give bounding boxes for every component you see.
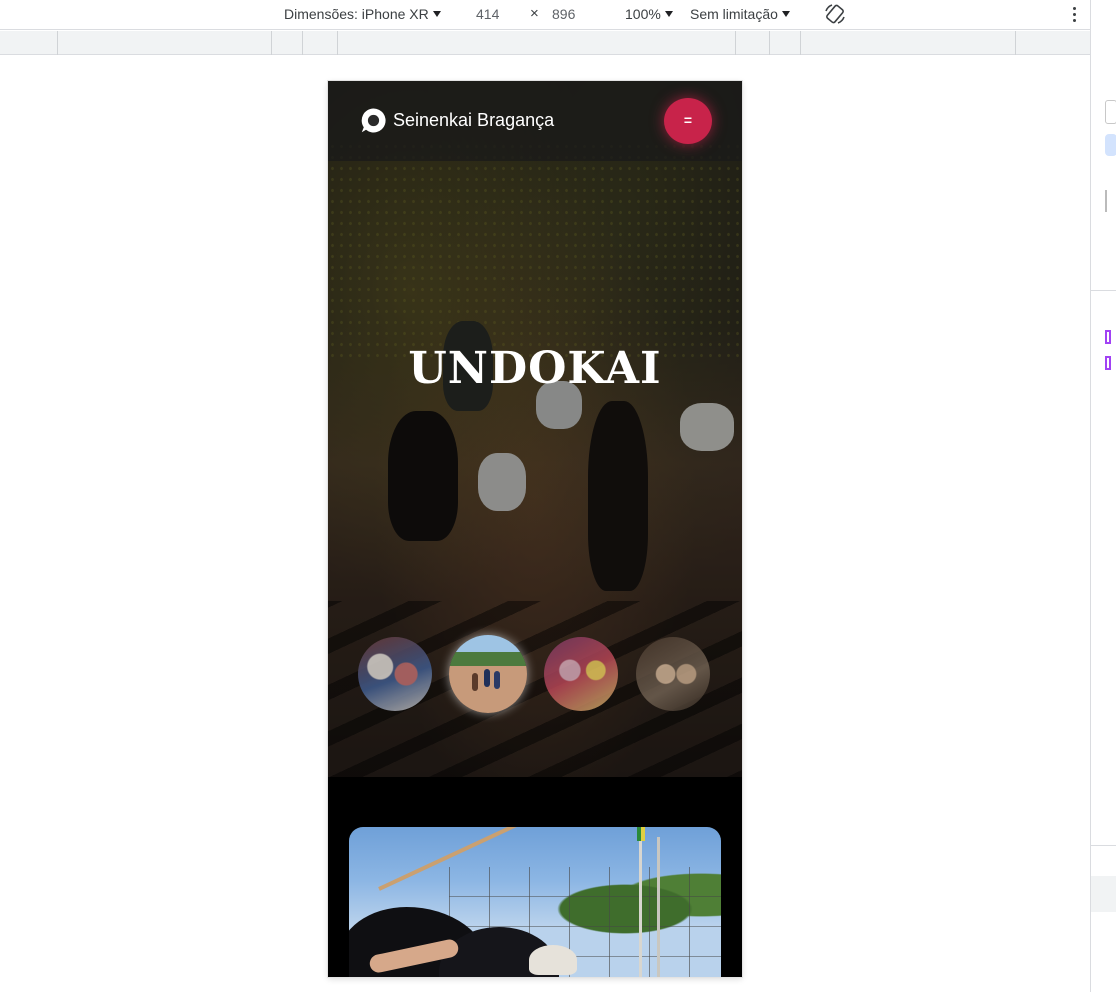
site-navbar: Seinenkai Bragança =	[328, 81, 742, 161]
hero-section: Seinenkai Bragança = UNDOKAI	[328, 81, 742, 777]
site-brand[interactable]: Seinenkai Bragança	[393, 110, 554, 131]
menu-button[interactable]: =	[664, 98, 712, 144]
width-input[interactable]: 414	[476, 5, 499, 23]
device-toolbar: Dimensões: iPhone XR 414 × 896 100% Sem …	[0, 0, 1090, 30]
throttle-dropdown[interactable]: Sem limitação	[690, 5, 790, 23]
gallery-thumbnail[interactable]	[544, 637, 618, 711]
device-viewport: Seinenkai Bragança = UNDOKAI	[328, 81, 742, 977]
event-photo-card[interactable]	[349, 827, 721, 977]
photo-pole	[639, 827, 642, 977]
dimension-separator: ×	[530, 5, 539, 22]
media-query-bar[interactable]	[0, 31, 1090, 55]
dimensions-label: Dimensões: iPhone XR	[284, 6, 429, 22]
gallery-thumbnail-active[interactable]	[449, 635, 527, 713]
dimensions-dropdown[interactable]: Dimensões: iPhone XR	[284, 5, 441, 23]
chevron-down-icon	[664, 11, 673, 17]
chevron-down-icon	[432, 11, 441, 17]
photo-flag	[637, 827, 645, 841]
more-options-icon[interactable]	[1066, 4, 1082, 24]
throttle-label: Sem limitação	[690, 6, 778, 22]
zoom-dropdown[interactable]: 100%	[625, 5, 673, 23]
chat-bubble-logo-icon[interactable]	[360, 107, 387, 134]
photo-cap	[529, 945, 577, 975]
rotate-icon[interactable]	[823, 2, 847, 26]
zoom-label: 100%	[625, 6, 661, 22]
chevron-down-icon	[781, 11, 790, 17]
photo-pole	[657, 837, 660, 977]
height-input[interactable]: 896	[552, 5, 575, 23]
devtools-side-panel	[1090, 0, 1116, 992]
gallery-thumbnail[interactable]	[636, 637, 710, 711]
hero-title: UNDOKAI	[408, 343, 662, 394]
gallery-thumbnails	[358, 635, 712, 717]
gallery-thumbnail[interactable]	[358, 637, 432, 711]
